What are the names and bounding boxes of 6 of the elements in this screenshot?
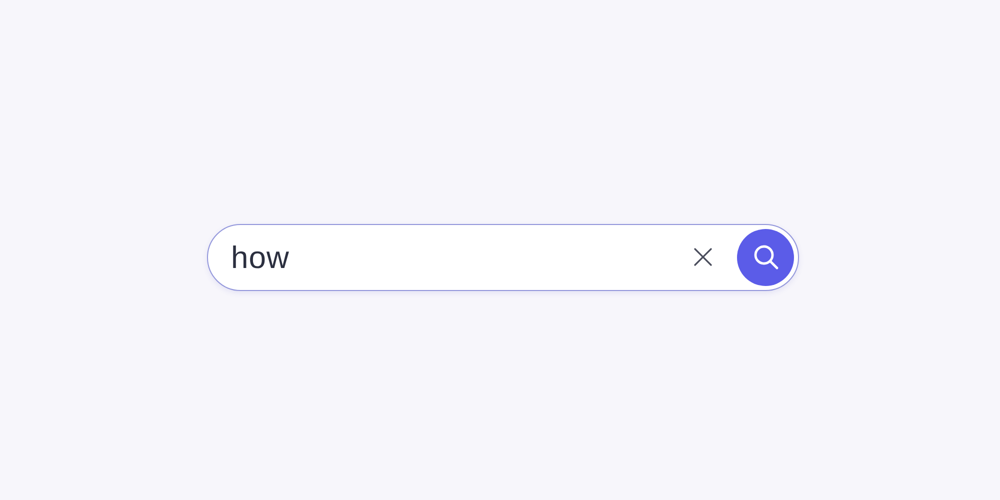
search-icon	[752, 243, 780, 271]
clear-button[interactable]	[691, 245, 715, 269]
search-button[interactable]	[737, 228, 794, 286]
close-icon	[693, 247, 713, 267]
search-field[interactable]: how	[207, 224, 799, 290]
search-query: how	[231, 242, 290, 272]
